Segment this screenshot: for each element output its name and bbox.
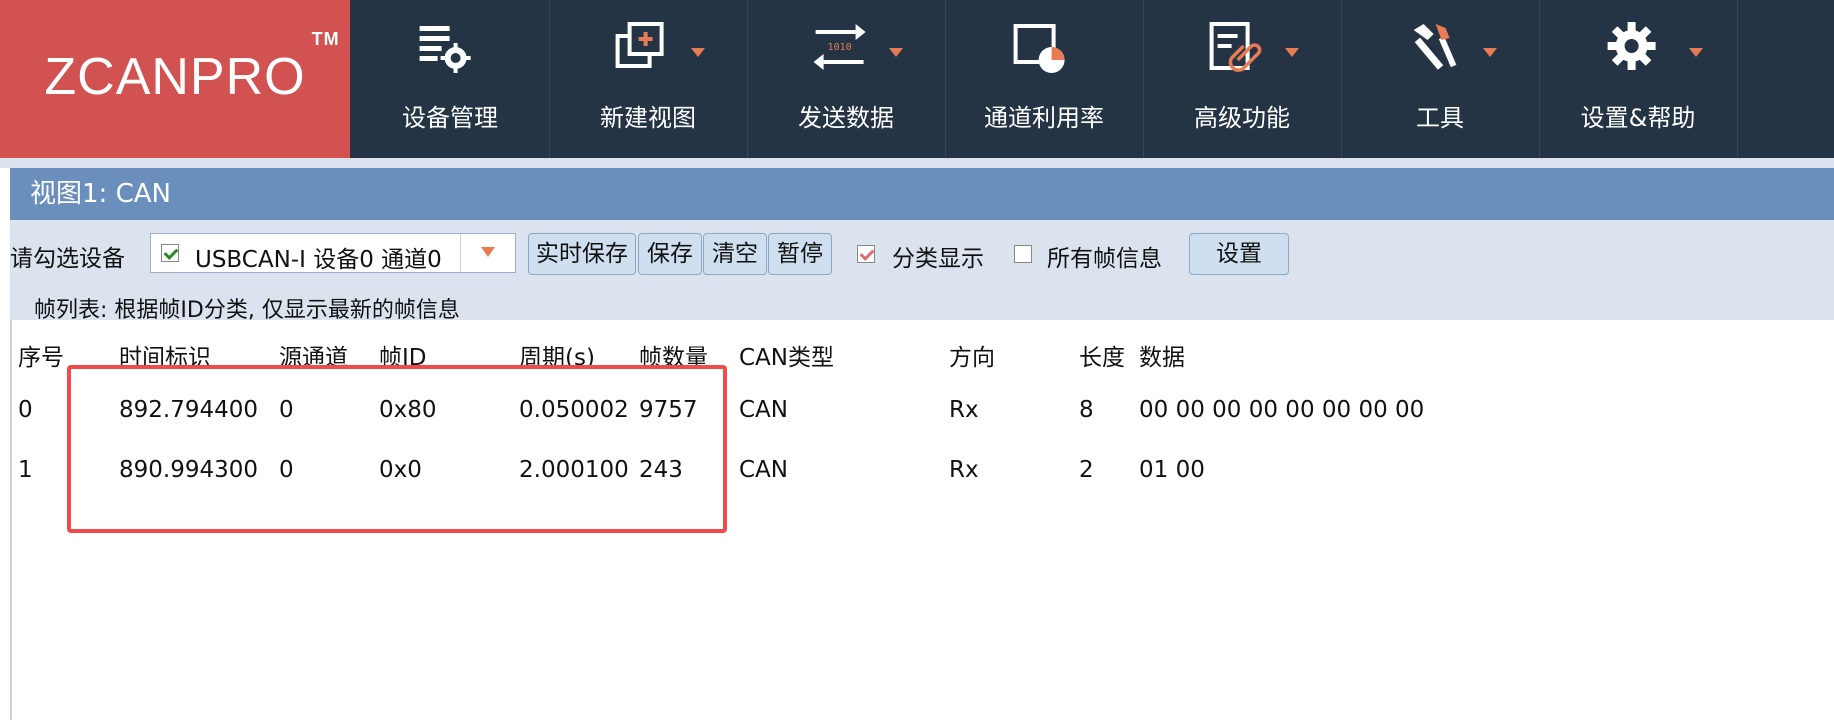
settings-gear-icon	[1607, 22, 1656, 70]
classify-display-checkbox[interactable]	[857, 245, 875, 263]
pause-button[interactable]: 暂停	[768, 233, 832, 275]
column-header-can-type[interactable]: CAN类型	[739, 338, 834, 372]
chevron-down-icon[interactable]	[1483, 48, 1497, 57]
view-title: 视图1: CAN	[10, 168, 1834, 220]
toolbar-label: 通道利用率	[984, 104, 1104, 132]
tools-icon	[1413, 24, 1457, 70]
toolbar-tools-button[interactable]: 工具	[1341, 0, 1540, 158]
toolbar-label: 发送数据	[798, 104, 894, 132]
all-frames-checkbox[interactable]	[1014, 245, 1032, 263]
cell-direction: Rx	[949, 457, 979, 483]
view-divider	[0, 158, 1834, 168]
toolbar-send-data-button[interactable]: 1010 发送数据	[747, 0, 946, 158]
device-manage-icon	[419, 26, 471, 73]
all-frames-label: 所有帧信息	[1047, 246, 1162, 272]
cell-data: 00 00 00 00 00 00 00 00	[1139, 397, 1425, 423]
cell-length: 2	[1079, 457, 1094, 483]
chevron-down-icon[interactable]	[460, 234, 515, 272]
toolbar-label: 高级功能	[1194, 104, 1290, 132]
toolbar-label: 设备管理	[402, 104, 498, 132]
cell-data: 01 00	[1139, 457, 1205, 483]
clear-button[interactable]: 清空	[703, 233, 767, 275]
cell-can-type: CAN	[739, 457, 788, 483]
cell-index: 0	[18, 397, 33, 423]
device-select-value: USBCAN-I 设备0 通道0	[195, 247, 442, 273]
cell-length: 8	[1079, 397, 1094, 423]
toolbar-new-view-button[interactable]: 新建视图	[549, 0, 748, 158]
column-header-index[interactable]: 序号	[18, 338, 64, 372]
toolbar-label: 新建视图	[600, 104, 696, 132]
highlight-annotation-box	[67, 365, 727, 533]
cell-direction: Rx	[949, 397, 979, 423]
toolbar-label: 设置&帮助	[1580, 104, 1696, 132]
device-checkbox[interactable]	[161, 244, 179, 262]
cell-index: 1	[18, 457, 33, 483]
toolbar-settings-help-button[interactable]: 设置&帮助	[1539, 0, 1738, 158]
zcanpro-logo: ZCANPRO TM	[0, 0, 350, 158]
toolbar-device-management-button[interactable]: 设备管理	[351, 0, 550, 158]
select-device-label: 请勾选设备	[10, 246, 125, 272]
classify-display-label: 分类显示	[892, 246, 984, 272]
chevron-down-icon[interactable]	[1689, 48, 1703, 57]
send-data-icon: 1010	[813, 24, 866, 70]
view-controls: 请勾选设备 USBCAN-I 设备0 通道0 实时保存 保存 清空 暂停 分类显…	[10, 220, 1834, 323]
toolbar-label: 工具	[1416, 104, 1464, 132]
logo-trademark: TM	[311, 29, 340, 49]
logo-text: ZCANPRO TM	[44, 29, 340, 106]
chevron-down-icon[interactable]	[889, 48, 903, 57]
new-view-icon	[615, 22, 664, 68]
column-header-direction[interactable]: 方向	[949, 338, 995, 372]
device-select-dropdown[interactable]: USBCAN-I 设备0 通道0	[150, 233, 516, 273]
save-button[interactable]: 保存	[638, 233, 702, 275]
svg-text:1010: 1010	[828, 42, 852, 53]
column-header-data[interactable]: 数据	[1139, 338, 1185, 372]
toolbar-advanced-button[interactable]: 高级功能	[1143, 0, 1342, 158]
column-header-length[interactable]: 长度	[1079, 338, 1125, 372]
realtime-save-button[interactable]: 实时保存	[528, 233, 636, 275]
frame-table: 序号 时间标识 源通道 帧ID 周期(s) 帧数量 CAN类型 方向 长度 数据…	[10, 320, 1834, 720]
advanced-icon	[1209, 22, 1262, 72]
channel-usage-icon	[1013, 24, 1065, 73]
chevron-down-icon[interactable]	[691, 48, 705, 57]
cell-can-type: CAN	[739, 397, 788, 423]
settings-button[interactable]: 设置	[1189, 233, 1289, 275]
main-toolbar: ZCANPRO TM 设备管理 新建视图 1010 发送数据 通道利用率 高级功…	[0, 0, 1834, 158]
chevron-down-icon[interactable]	[1285, 48, 1299, 57]
toolbar-channel-usage-button[interactable]: 通道利用率	[945, 0, 1144, 158]
